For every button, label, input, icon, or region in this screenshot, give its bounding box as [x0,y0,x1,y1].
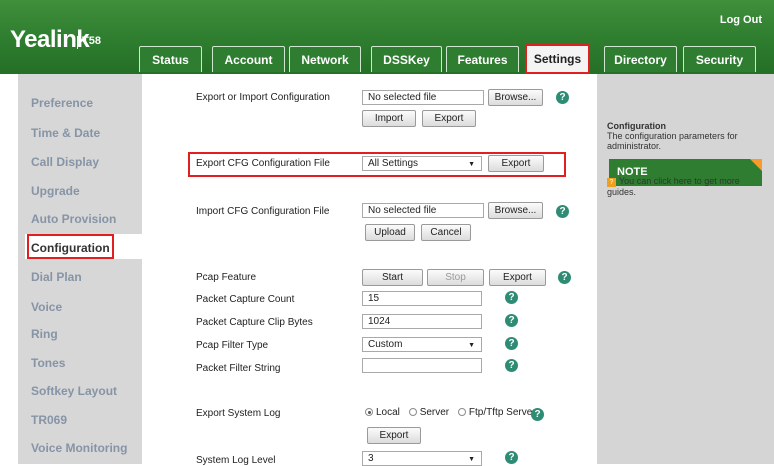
tab-security[interactable]: Security [683,46,756,72]
tab-status[interactable]: Status [139,46,202,72]
tab-settings[interactable]: Settings [525,44,590,74]
help-icon[interactable]: ? [505,291,518,304]
radio-local[interactable]: Local [365,407,400,418]
filter-string-input[interactable] [362,358,482,373]
sidebar-item-voice-monitoring[interactable]: Voice Monitoring [31,441,127,455]
help-icon[interactable]: ? [505,359,518,372]
sidebar-item-tones[interactable]: Tones [31,356,65,370]
pcap-stop-button[interactable]: Stop [427,269,484,286]
sidebar-item-time-date[interactable]: Time & Date [31,126,100,140]
help-icon[interactable]: ? [531,408,544,421]
export-button[interactable]: Export [422,110,476,127]
filter-type-label: Pcap Filter Type [196,340,269,351]
upload-button[interactable]: Upload [365,224,415,241]
pcap-export-button[interactable]: Export [489,269,546,286]
export-system-log-label: Export System Log [196,408,281,419]
sidebar-item-preference[interactable]: Preference [31,96,93,110]
note-body: The configuration parameters for adminis… [607,131,738,151]
sidebar-item-call-display[interactable]: Call Display [31,155,99,169]
tab-directory[interactable]: Directory [604,46,677,72]
sidebar-item-ring[interactable]: Ring [31,327,58,341]
sidebar-item-configuration-label: Configuration [27,234,114,259]
pcap-feature-label: Pcap Feature [196,272,257,283]
sidebar-item-upgrade[interactable]: Upgrade [31,184,80,198]
model-label: T58 [77,35,101,49]
note-guide-text: You can click here to get more guides. [607,176,740,197]
tab-features[interactable]: Features [446,46,519,72]
export-import-label: Export or Import Configuration [196,92,330,103]
clip-bytes-label: Packet Capture Clip Bytes [196,317,313,328]
help-icon[interactable]: ? [505,451,518,464]
import-cfg-label: Import CFG Configuration File [196,206,330,217]
tab-dsskey[interactable]: DSSKey [371,46,442,72]
tab-account[interactable]: Account [212,46,285,72]
top-header: Yealink T58 Log Out Status Account Netwo… [0,0,774,74]
note-guide-link[interactable]: ? You can click here to get more guides. [607,176,757,197]
log-destination-radios: Local Server Ftp/Tftp Server [365,407,536,418]
export-cfg-label: Export CFG Configuration File [196,158,330,169]
filter-type-select[interactable]: Custom [362,337,482,352]
radio-ftp-tftp-dot [457,408,466,416]
export-cfg-select[interactable]: All Settings [362,156,482,171]
radio-local-dot [365,408,373,416]
sidebar-item-softkey-layout[interactable]: Softkey Layout [31,384,117,398]
logout-link[interactable]: Log Out [720,14,762,26]
export-cfg-button[interactable]: Export [488,155,544,172]
import-cfg-browse-button[interactable]: Browse... [488,202,543,219]
clip-bytes-input[interactable]: 1024 [362,314,482,329]
cancel-button[interactable]: Cancel [421,224,471,241]
import-cfg-file-field[interactable]: No selected file [362,203,484,218]
radio-ftp-tftp[interactable]: Ftp/Tftp Server [457,407,536,418]
tab-network[interactable]: Network [289,46,361,72]
export-import-file-field[interactable]: No selected file [362,90,484,105]
sidebar-item-tr069[interactable]: TR069 [31,413,67,427]
log-level-label: System Log Level [196,455,276,466]
guide-icon: ? [607,178,616,187]
import-button[interactable]: Import [362,110,416,127]
system-log-export-button[interactable]: Export [367,427,421,444]
radio-server-dot [408,408,417,416]
note-heading: Configuration [607,121,666,131]
filter-string-label: Packet Filter String [196,363,281,374]
sidebar-item-voice[interactable]: Voice [31,300,62,314]
help-icon[interactable]: ? [556,91,569,104]
help-icon[interactable]: ? [556,205,569,218]
export-import-browse-button[interactable]: Browse... [488,89,543,106]
radio-server[interactable]: Server [408,407,449,418]
sidebar-item-configuration[interactable]: Configuration [25,234,142,259]
help-icon[interactable]: ? [505,314,518,327]
capture-count-label: Packet Capture Count [196,294,295,305]
help-icon[interactable]: ? [558,271,571,284]
help-icon[interactable]: ? [505,337,518,350]
capture-count-input[interactable]: 15 [362,291,482,306]
pcap-start-button[interactable]: Start [362,269,423,286]
sidebar-item-auto-provision[interactable]: Auto Provision [31,212,116,226]
sidebar-item-dial-plan[interactable]: Dial Plan [31,270,82,284]
